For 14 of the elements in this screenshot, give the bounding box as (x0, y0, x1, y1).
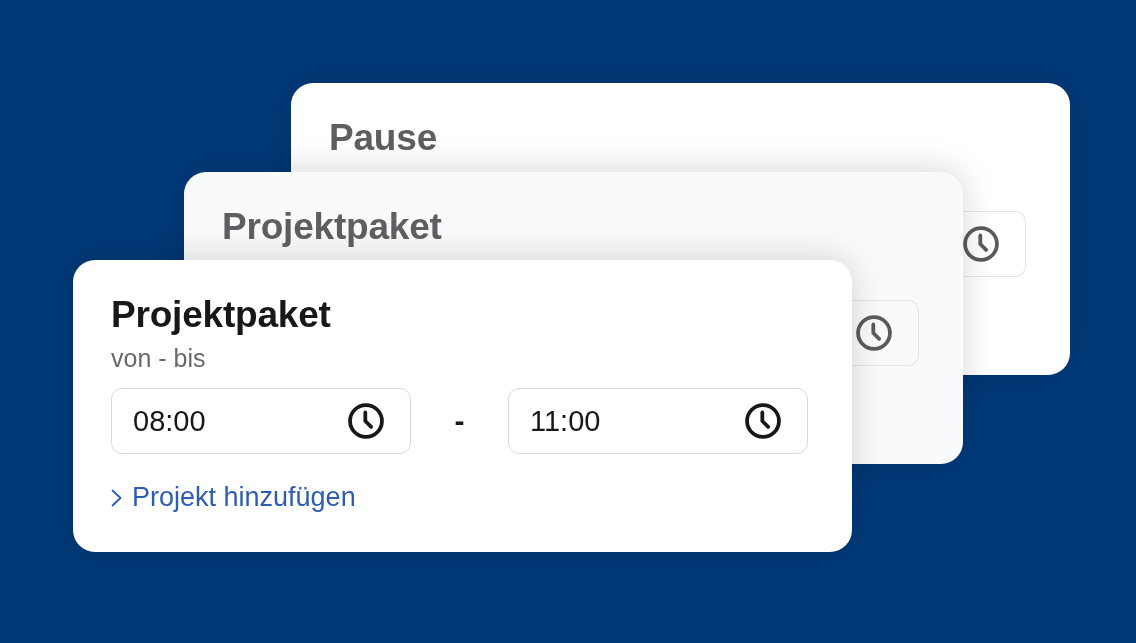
chevron-right-icon (111, 488, 122, 507)
clock-icon (856, 315, 892, 352)
clock-icon (745, 403, 781, 440)
time-range-label: von - bis (111, 343, 206, 374)
time-field[interactable]: 08:00 (111, 388, 411, 455)
clock-icon (963, 226, 999, 263)
time-field[interactable] (852, 300, 919, 367)
card-title: Pause (329, 116, 437, 160)
dash-separator: - (454, 406, 465, 437)
card-title: Projektpaket (111, 293, 331, 337)
clock-icon (348, 403, 384, 440)
time-field[interactable]: 11:00 (508, 388, 808, 455)
add-project-link[interactable]: Projekt hinzufügen (111, 481, 356, 514)
card-title: Projektpaket (222, 205, 442, 249)
